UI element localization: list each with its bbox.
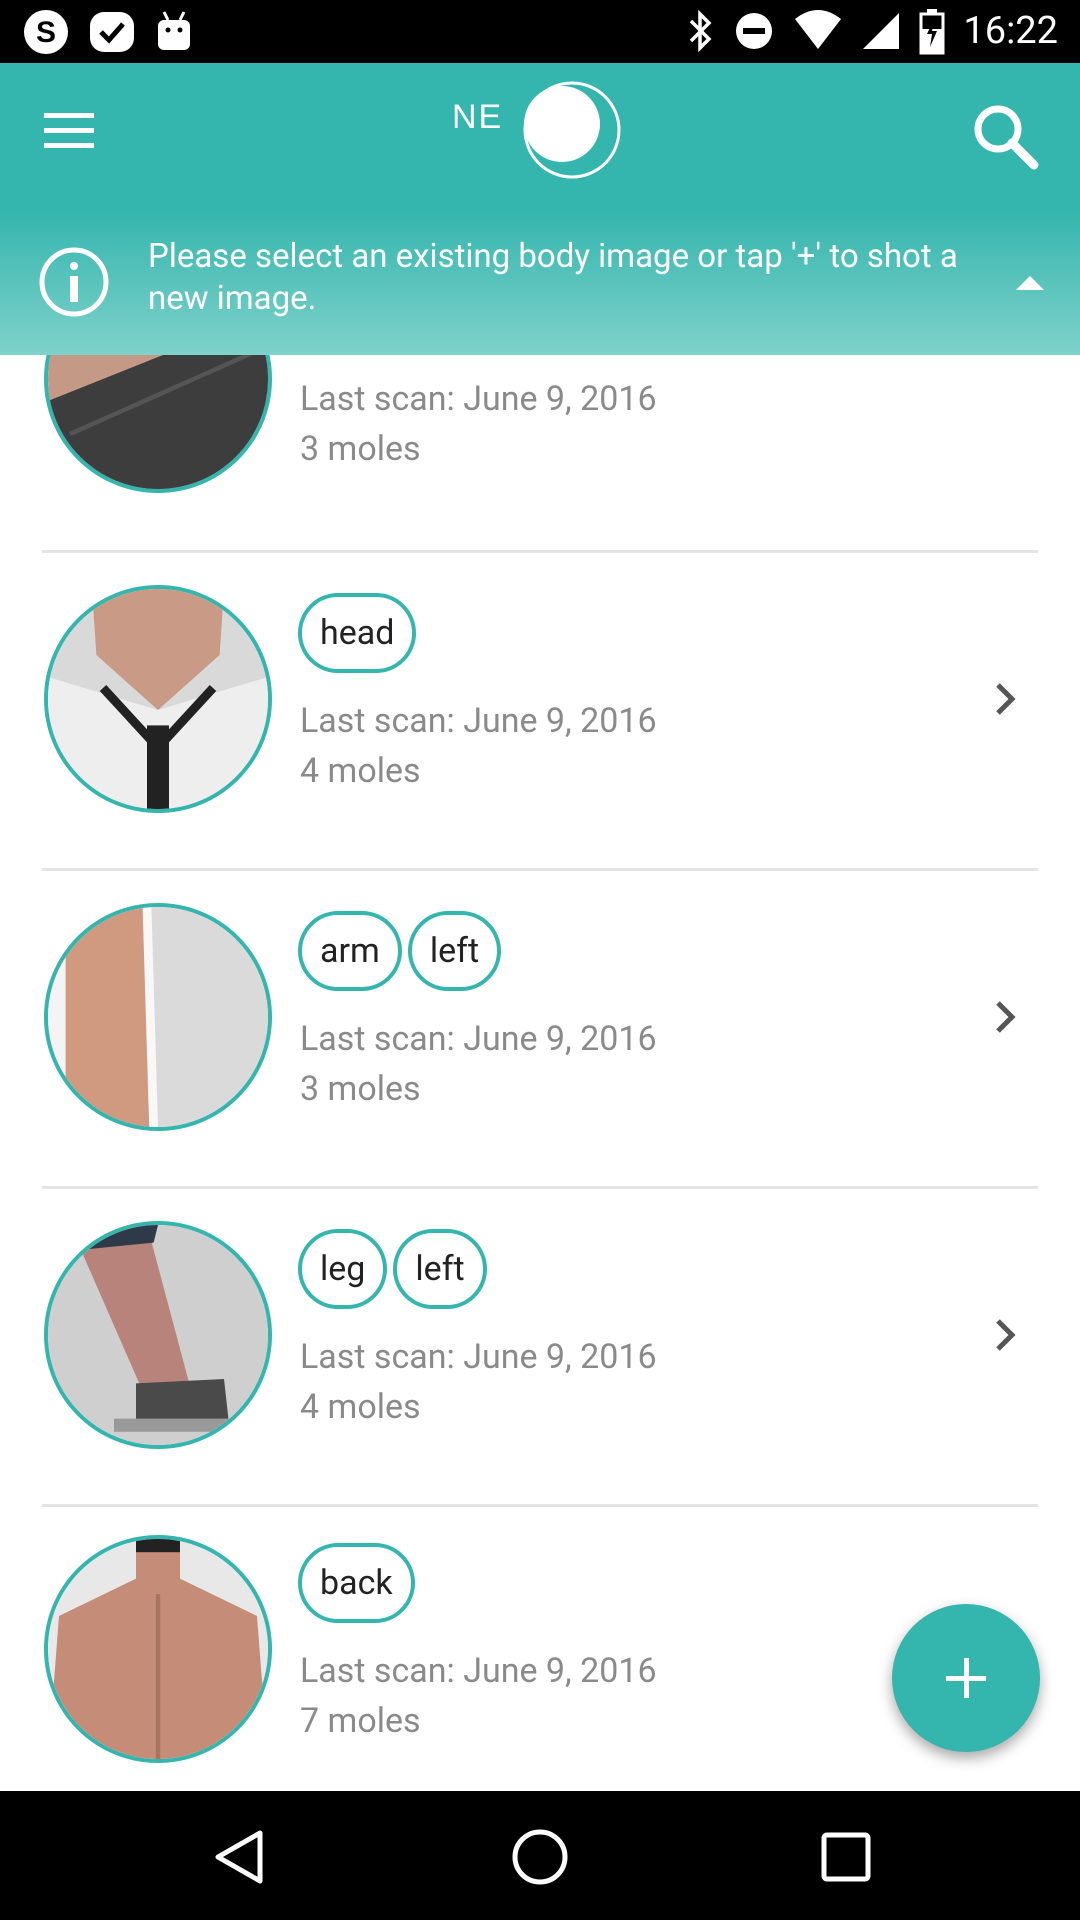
tag-chip[interactable]: head bbox=[298, 593, 417, 673]
last-scan-date: Last scan: June 9, 2016 bbox=[300, 1337, 657, 1377]
last-scan-date: Last scan: June 9, 2016 bbox=[300, 1019, 657, 1059]
banner-message: Please select an existing body image or … bbox=[148, 237, 958, 318]
app-logo: NE bbox=[452, 81, 621, 179]
add-image-button[interactable] bbox=[892, 1604, 1040, 1752]
chevron-right-icon bbox=[996, 1001, 1016, 1033]
svg-text:NE: NE bbox=[452, 98, 503, 136]
last-scan-date: Last scan: June 9, 2016 bbox=[300, 1651, 657, 1691]
battery-charging-icon bbox=[919, 9, 945, 55]
navigation-bar bbox=[0, 1791, 1080, 1920]
check-badge-icon bbox=[90, 12, 134, 52]
body-image-thumbnail bbox=[44, 585, 272, 813]
tag-chip[interactable]: back bbox=[298, 1543, 415, 1623]
body-image-thumbnail bbox=[44, 355, 272, 493]
info-icon bbox=[39, 247, 109, 317]
status-right-icons: 16:22 bbox=[685, 5, 1058, 57]
back-icon[interactable] bbox=[210, 1829, 270, 1885]
status-bar: S 16:22 bbox=[0, 0, 1080, 63]
list-item[interactable]: leg left Last scan: June 9, 2016 4 moles bbox=[0, 1189, 1080, 1507]
signal-icon bbox=[863, 13, 900, 49]
info-banner: Please select an existing body image or … bbox=[0, 210, 1080, 355]
recents-icon[interactable] bbox=[820, 1831, 872, 1883]
do-not-disturb-icon bbox=[736, 13, 773, 49]
body-image-thumbnail bbox=[44, 1221, 272, 1449]
bluetooth-icon bbox=[690, 9, 712, 53]
body-image-list: Last scan: June 9, 2016 3 moles head Las… bbox=[0, 355, 1080, 1791]
list-item[interactable]: Last scan: June 9, 2016 3 moles bbox=[0, 355, 1080, 553]
body-image-thumbnail bbox=[44, 1535, 272, 1763]
mole-count: 3 moles bbox=[300, 1069, 421, 1109]
tag-list: back bbox=[298, 1543, 415, 1623]
tag-list: arm left bbox=[298, 911, 502, 991]
tag-chip[interactable]: left bbox=[407, 911, 502, 991]
wifi-icon bbox=[795, 10, 842, 49]
search-icon[interactable] bbox=[968, 99, 1044, 175]
last-scan-date: Last scan: June 9, 2016 bbox=[300, 379, 657, 419]
hamburger-menu-icon bbox=[44, 113, 94, 118]
app-bar: NE bbox=[0, 63, 1080, 210]
list-item[interactable]: head Last scan: June 9, 2016 4 moles bbox=[0, 553, 1080, 871]
mole-count: 7 moles bbox=[300, 1701, 421, 1741]
tag-chip[interactable]: leg bbox=[298, 1229, 388, 1309]
mole-count: 3 moles bbox=[300, 429, 421, 469]
clock: 16:22 bbox=[963, 9, 1058, 53]
skype-icon: S bbox=[24, 10, 68, 54]
tag-chip[interactable]: arm bbox=[298, 911, 402, 991]
android-icon bbox=[158, 11, 190, 50]
mole-count: 4 moles bbox=[300, 1387, 421, 1427]
tag-chip[interactable]: left bbox=[393, 1229, 487, 1309]
caret-up-icon[interactable] bbox=[1016, 276, 1044, 290]
chevron-right-icon bbox=[996, 683, 1016, 715]
menu-button[interactable] bbox=[40, 103, 104, 167]
last-scan-date: Last scan: June 9, 2016 bbox=[300, 701, 657, 741]
mole-count: 4 moles bbox=[300, 751, 421, 791]
home-icon[interactable] bbox=[510, 1827, 570, 1887]
chevron-right-icon bbox=[996, 1319, 1016, 1351]
tag-list: leg left bbox=[298, 1229, 487, 1309]
list-item[interactable]: arm left Last scan: June 9, 2016 3 moles bbox=[0, 871, 1080, 1189]
svg-text:S: S bbox=[36, 16, 56, 49]
status-left-icons: S bbox=[22, 8, 194, 56]
tag-list: head bbox=[298, 593, 417, 673]
body-image-thumbnail bbox=[44, 903, 272, 1131]
